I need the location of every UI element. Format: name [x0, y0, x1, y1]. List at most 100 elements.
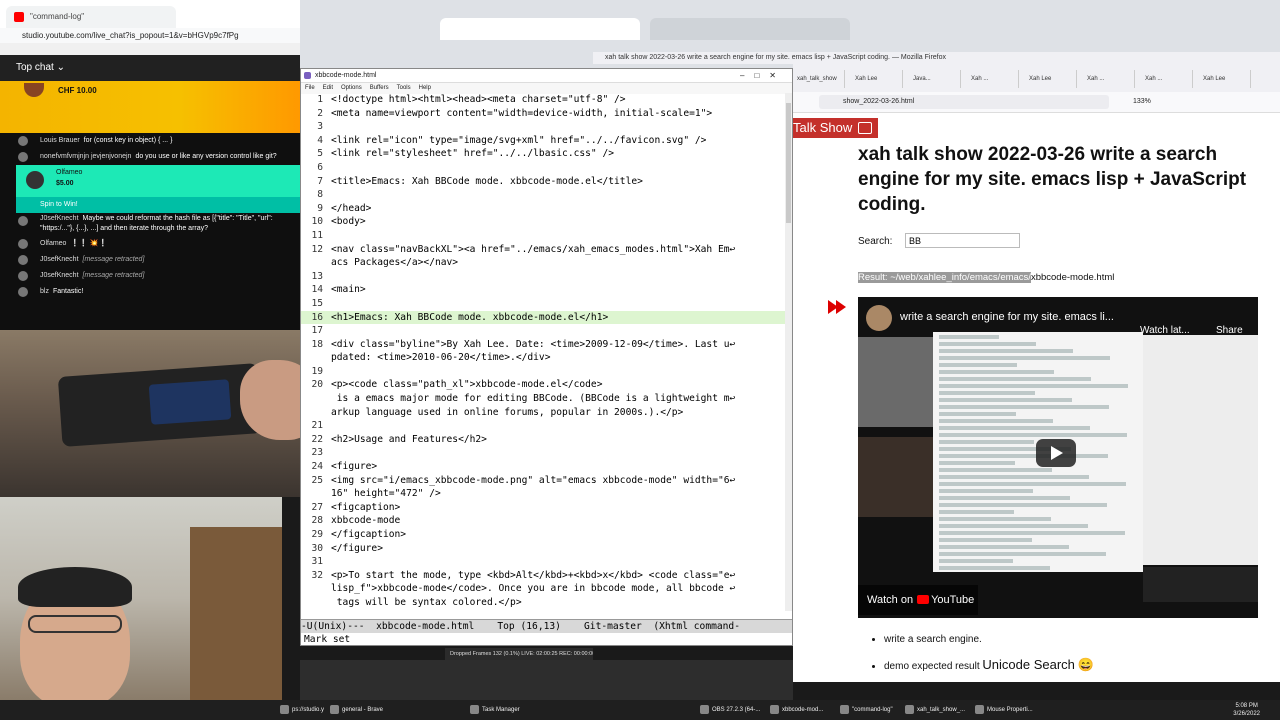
code-line[interactable]: 19: [301, 365, 787, 379]
code-line[interactable]: 13: [301, 270, 787, 284]
background-tab[interactable]: [650, 18, 850, 40]
code-line[interactable]: arkup language used in online forums, po…: [301, 406, 787, 420]
code-line[interactable]: 1 <!doctype html><html><head><meta charse…: [301, 93, 787, 107]
code-buffer[interactable]: 1 <!doctype html><html><head><meta charse…: [301, 93, 787, 611]
code-line[interactable]: 16 <h1>Emacs: Xah BBCode mode. xbbcode-mo…: [301, 310, 787, 325]
code-line[interactable]: 15: [301, 297, 787, 311]
emacs-minibuffer[interactable]: Mark set: [301, 633, 792, 645]
code-line[interactable]: is a emacs major mode for editing BBCode…: [301, 392, 787, 406]
taskbar-item[interactable]: xbbcode-mod...: [770, 700, 823, 720]
taskbar-item[interactable]: general - Brave: [330, 700, 383, 720]
glasses: [28, 615, 122, 633]
code-line[interactable]: 3: [301, 120, 787, 134]
code-line[interactable]: 18 <div class="byline">By Xah Lee. Date: …: [301, 338, 787, 352]
menu-item[interactable]: Tools: [397, 85, 411, 91]
code-line[interactable]: 2 <meta name=viewport content="width=devi…: [301, 107, 787, 121]
code-line[interactable]: 30 </figure>: [301, 542, 787, 556]
browser-tab[interactable]: Xah Lee: [1199, 70, 1251, 88]
browser-tab[interactable]: Java...: [909, 70, 961, 88]
code-line[interactable]: 28 xbbcode-mode: [301, 514, 787, 528]
code-line[interactable]: 23: [301, 446, 787, 460]
code-text: <link rel="icon" type="image/svg+xml" hr…: [331, 134, 707, 146]
channel-avatar[interactable]: [866, 305, 892, 331]
chat-url-bar[interactable]: studio.youtube.com/live_chat?is_popout=1…: [0, 28, 300, 43]
obs-status-bar: Dropped Frames 132 (0.1%) LIVE: 02:00:25…: [445, 648, 593, 660]
chat-browser-tab[interactable]: "command-log": [6, 6, 176, 28]
code-line[interactable]: 4 <link rel="icon" type="image/svg+xml" h…: [301, 134, 787, 148]
menu-item[interactable]: Buffers: [370, 85, 389, 91]
code-line[interactable]: 32 <p>To start the mode, type <kbd>Alt</k…: [301, 569, 787, 583]
code-line[interactable]: 7 <title>Emacs: Xah BBCode mode. xbbcode-…: [301, 175, 787, 189]
line-number: 6: [317, 161, 323, 173]
taskbar-item[interactable]: Task Manager: [470, 700, 520, 720]
code-line[interactable]: tags will be syntax colored.</p>: [301, 596, 787, 610]
code-line[interactable]: 20 <p><code class="path_xl">xbbcode-mode.…: [301, 378, 787, 392]
donation-amount: $5.00: [56, 180, 74, 187]
code-line[interactable]: 24 <figure>: [301, 460, 787, 474]
play-button[interactable]: [1036, 439, 1076, 467]
emacs-scrollbar[interactable]: [785, 93, 792, 611]
browser-tab[interactable]: Xah ...: [1083, 70, 1135, 88]
search-input[interactable]: [905, 233, 1020, 248]
search-result[interactable]: Result: ~/web/xahlee_info/emacs/emacs/xb…: [858, 272, 1114, 283]
video-code-line: [939, 461, 1015, 465]
code-line[interactable]: 11: [301, 229, 787, 243]
chat-text: Fantastic!: [52, 288, 84, 295]
code-line[interactable]: acs Packages</a></nav>: [301, 256, 787, 270]
menu-item[interactable]: File: [305, 85, 315, 91]
line-number: 8: [317, 189, 323, 201]
code-line[interactable]: 25 <img src="i/emacs_xbbcode-mode.png" al…: [301, 474, 787, 488]
code-text: <div class="byline">By Xah Lee. Date: <t…: [331, 338, 736, 350]
browser-tab[interactable]: xah_talk_show: [793, 70, 845, 88]
background-tab[interactable]: [440, 18, 640, 40]
browser-tab[interactable]: Xah ...: [1141, 70, 1193, 88]
code-line[interactable]: 8: [301, 188, 787, 202]
code-line[interactable]: 33: [301, 610, 787, 612]
scrollbar-thumb[interactable]: [786, 103, 791, 223]
spin-to-win-banner[interactable]: Spin to Win!: [16, 197, 300, 213]
code-line[interactable]: 10 <body>: [301, 215, 787, 229]
window-controls[interactable]: ‒□✕: [740, 69, 786, 82]
code-line[interactable]: 22 <h2>Usage and Features</h2>: [301, 433, 787, 447]
code-line[interactable]: 6: [301, 161, 787, 175]
watch-later-button[interactable]: Watch lat...: [1140, 325, 1190, 336]
taskbar-item[interactable]: OBS 27.2.3 (64-...: [700, 700, 760, 720]
zoom-level[interactable]: 133%: [1133, 92, 1151, 112]
code-line[interactable]: 21: [301, 419, 787, 433]
chat-header[interactable]: Top chat ⌄: [0, 55, 300, 81]
unicode-search-link[interactable]: Unicode Search: [982, 657, 1075, 672]
share-button[interactable]: Share: [1216, 325, 1243, 336]
code-line[interactable]: 16" height="472" />: [301, 487, 787, 501]
youtube-embed[interactable]: write a search engine for my site. emacs…: [858, 297, 1258, 618]
menu-item[interactable]: Help: [419, 85, 431, 91]
chat-author: Louis Brauer: [40, 137, 80, 144]
browser-tab[interactable]: Xah Lee: [1025, 70, 1077, 88]
line-number: 24: [311, 461, 323, 473]
code-line[interactable]: 5 <link rel="stylesheet" href="../../lbas…: [301, 147, 787, 161]
code-line[interactable]: 27 <figcaption>: [301, 501, 787, 515]
taskbar-item[interactable]: Mouse Properti...: [975, 700, 1033, 720]
taskbar-item[interactable]: xah_talk_show_...: [905, 700, 965, 720]
code-line[interactable]: 12 <nav class="navBackXL"><a href="../ema…: [301, 243, 787, 257]
video-title[interactable]: write a search engine for my site. emacs…: [900, 311, 1114, 323]
code-line[interactable]: lisp_f">xbbcode-mode</code>. Once you ar…: [301, 582, 787, 596]
code-line[interactable]: pdated: <time>2010-06-20</time>.</div>: [301, 351, 787, 365]
line-number: 3: [317, 121, 323, 133]
code-line[interactable]: 17: [301, 324, 787, 338]
browser-tab[interactable]: Xah Lee: [851, 70, 903, 88]
list-item: write a search engine.: [884, 634, 1094, 645]
menu-item[interactable]: Options: [341, 85, 362, 91]
code-line[interactable]: 9 </head>: [301, 202, 787, 216]
obs-controls: [300, 660, 793, 700]
address-bar[interactable]: show_2022-03-26.html: [819, 95, 1109, 109]
code-line[interactable]: 29 </figcaption>: [301, 528, 787, 542]
watch-on-youtube-button[interactable]: Watch on YouTube: [858, 585, 978, 615]
browser-tab[interactable]: Xah ...: [967, 70, 1019, 88]
menu-item[interactable]: Edit: [323, 85, 333, 91]
code-line[interactable]: 14 <main>: [301, 283, 787, 297]
taskbar-item[interactable]: "command-log": [840, 700, 893, 720]
code-line[interactable]: 31: [301, 555, 787, 569]
video-thumbnail-region: [1143, 567, 1258, 602]
taskbar-item[interactable]: ps://studio.y: [280, 700, 324, 720]
taskbar-clock[interactable]: 5:08 PM 3/26/2022: [1233, 702, 1260, 718]
